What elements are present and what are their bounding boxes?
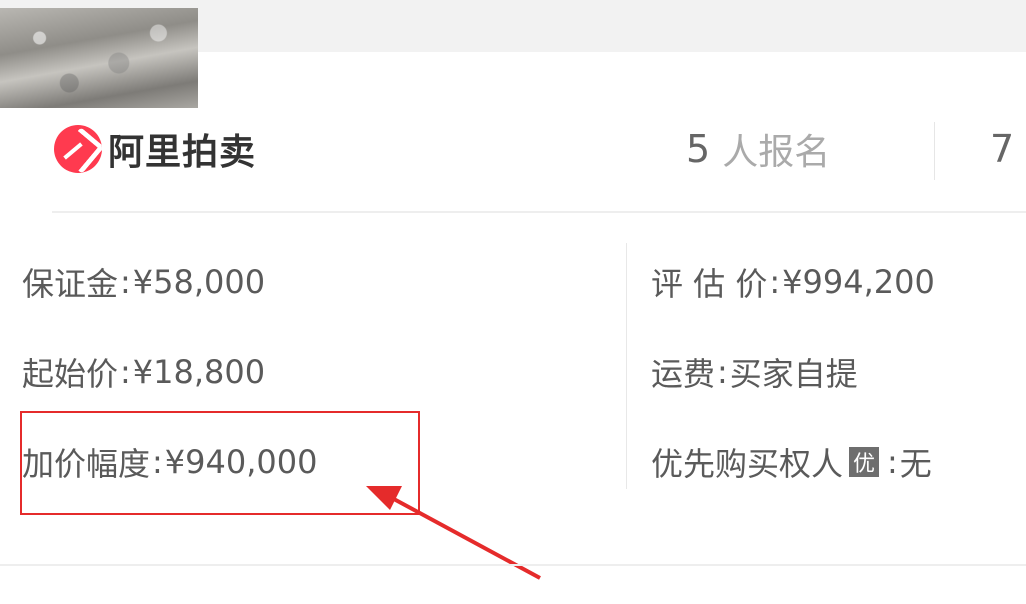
brand-name: 阿里拍卖 — [108, 132, 257, 173]
section-divider — [52, 211, 1026, 213]
appraisal-label: 评 估 价 — [651, 265, 768, 303]
signup-stat: 5 人报名 — [686, 120, 830, 178]
priority-badge-icon[interactable]: 优 — [849, 447, 880, 477]
annotation-highlight-box — [20, 411, 420, 515]
brand-logo[interactable]: 阿里拍卖 — [54, 120, 256, 178]
colon: : — [887, 443, 898, 481]
ali-auction-logo-icon — [54, 125, 102, 173]
start-price-row: 起始价 : ¥18,800 — [22, 352, 266, 393]
colon: : — [120, 263, 131, 301]
next-stat-value: 7 — [990, 127, 1015, 171]
shipping-value: 买家自提 — [729, 355, 858, 393]
appraisal-row: 评 估 价 : ¥994,200 — [651, 262, 935, 303]
colon: : — [120, 353, 131, 391]
deposit-row: 保证金 : ¥58,000 — [22, 262, 266, 303]
column-divider — [626, 243, 627, 489]
signup-count: 5 — [686, 127, 711, 171]
signup-label: 人报名 — [722, 132, 831, 173]
priority-value: 无 — [899, 445, 932, 483]
lot-thumbnail-image[interactable] — [0, 8, 198, 108]
shipping-label: 运费 — [651, 355, 716, 393]
deposit-value: ¥58,000 — [132, 263, 266, 301]
start-price-value: ¥18,800 — [132, 353, 266, 391]
deposit-label: 保证金 — [22, 265, 119, 303]
colon: : — [769, 263, 781, 301]
appraisal-value: ¥994,200 — [782, 263, 935, 301]
priority-row: 优先购买权人 优 : 无 — [651, 442, 932, 483]
shipping-row: 运费 : 买家自提 — [651, 352, 858, 393]
priority-label: 优先购买权人 — [651, 445, 844, 483]
colon: : — [717, 353, 728, 391]
stat-divider — [934, 122, 935, 180]
bottom-divider — [0, 564, 1026, 566]
start-price-label: 起始价 — [22, 355, 119, 393]
